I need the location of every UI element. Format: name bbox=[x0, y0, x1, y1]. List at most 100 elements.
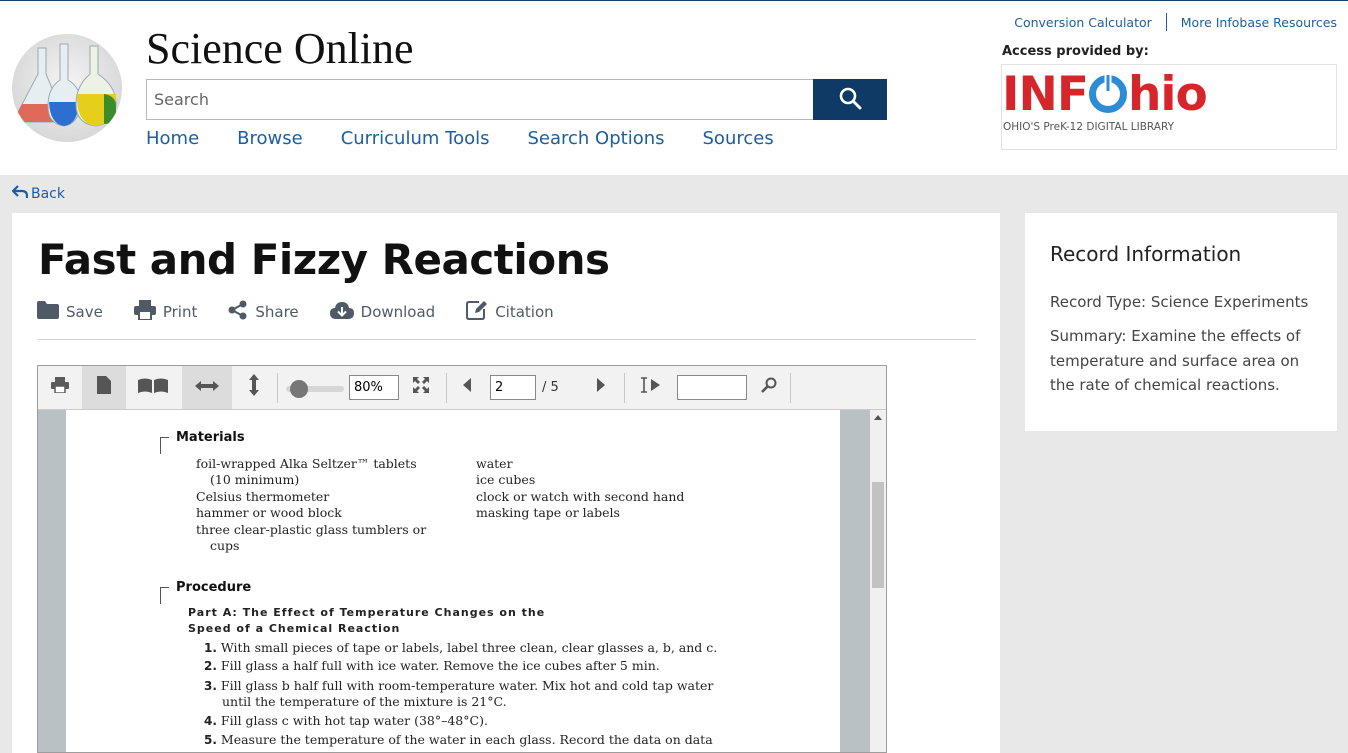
fullscreen-button[interactable] bbox=[404, 366, 438, 409]
nav-home[interactable]: Home bbox=[146, 128, 199, 149]
science-online-logo[interactable] bbox=[12, 34, 122, 142]
prev-page-icon bbox=[463, 378, 471, 397]
search-icon bbox=[761, 377, 777, 398]
document-title: Fast and Fizzy Reactions bbox=[38, 235, 610, 284]
page-total: / 5 bbox=[542, 380, 559, 395]
material-item: ice cubes bbox=[476, 472, 536, 487]
part-a-heading: Speed of a Chemical Reaction bbox=[188, 622, 401, 635]
record-summary: Summary: Examine the effects of temperat… bbox=[1050, 327, 1301, 394]
text-select-button[interactable] bbox=[630, 366, 670, 409]
zoom-input[interactable] bbox=[349, 375, 399, 400]
find-button[interactable] bbox=[752, 366, 786, 409]
fit-height-button[interactable] bbox=[232, 366, 276, 409]
two-page-icon bbox=[138, 377, 168, 398]
material-item: water bbox=[476, 456, 513, 471]
back-label: Back bbox=[31, 186, 65, 202]
save-button[interactable]: Save bbox=[37, 300, 103, 324]
toolbar-separator bbox=[624, 373, 625, 403]
site-title[interactable]: Science Online bbox=[146, 23, 414, 74]
pdf-viewer: / 5 Materials foil-wrapped Alka Seltzer™… bbox=[37, 365, 887, 753]
pdf-page: Materials foil-wrapped Alka Seltzer™ tab… bbox=[66, 410, 840, 752]
share-button[interactable]: Share bbox=[228, 300, 299, 324]
citation-button[interactable]: Citation bbox=[466, 300, 554, 324]
procedure-heading: Procedure bbox=[176, 580, 252, 595]
materials-heading: Materials bbox=[176, 430, 245, 445]
procedure-step: 2. Fill glass a half full with ice water… bbox=[204, 658, 660, 673]
toolbar-separator bbox=[277, 373, 278, 403]
record-type: Record Type: Science Experiments bbox=[1050, 293, 1309, 311]
back-link[interactable]: Back bbox=[11, 185, 65, 203]
nav-search-options[interactable]: Search Options bbox=[527, 128, 664, 149]
citation-label: Citation bbox=[495, 303, 554, 321]
search-button[interactable] bbox=[813, 79, 887, 120]
text-select-icon bbox=[639, 377, 661, 398]
prev-page-button[interactable] bbox=[450, 366, 484, 409]
utility-separator bbox=[1165, 13, 1167, 31]
utility-links: Conversion Calculator More Infobase Reso… bbox=[1014, 13, 1337, 31]
section-bracket bbox=[160, 587, 169, 604]
procedure-step: 5. Measure the temperature of the water … bbox=[204, 732, 713, 747]
site-header: Science Online Home Browse Curriculum To… bbox=[0, 1, 1348, 175]
share-icon bbox=[228, 300, 255, 324]
record-information-card: Record Information Record Type: Science … bbox=[1025, 213, 1337, 431]
share-label: Share bbox=[255, 303, 299, 321]
print-icon bbox=[133, 300, 163, 324]
procedure-step-continuation: until the temperature of the mixture is … bbox=[222, 694, 507, 709]
material-item: hammer or wood block bbox=[196, 505, 342, 520]
printer-icon bbox=[51, 377, 69, 398]
fit-height-icon bbox=[248, 374, 260, 401]
procedure-step: 4. Fill glass c with hot tap water (38°–… bbox=[204, 713, 488, 728]
document-actions: Save Print Share Download Citation bbox=[37, 300, 585, 324]
page-number-input[interactable] bbox=[490, 375, 536, 400]
material-item: cups bbox=[210, 538, 240, 553]
download-button[interactable]: Download bbox=[329, 300, 436, 324]
single-page-view-button[interactable] bbox=[82, 366, 126, 409]
nav-sources[interactable]: Sources bbox=[703, 128, 774, 149]
record-information-title: Record Information bbox=[1050, 242, 1242, 266]
next-page-button[interactable] bbox=[584, 366, 618, 409]
two-page-view-button[interactable] bbox=[126, 366, 180, 409]
toolbar-separator bbox=[790, 373, 791, 403]
viewer-scrollbar-thumb[interactable] bbox=[872, 482, 884, 588]
section-bracket bbox=[160, 437, 169, 454]
nav-browse[interactable]: Browse bbox=[237, 128, 303, 149]
infohio-logo-subtitle: OHIO'S PreK-12 DIGITAL LIBRARY bbox=[1003, 121, 1174, 133]
folder-icon bbox=[37, 301, 66, 323]
scroll-up-arrow[interactable] bbox=[874, 415, 882, 420]
material-item: foil-wrapped Alka Seltzer™ tablets bbox=[196, 456, 417, 471]
viewer-print-button[interactable] bbox=[38, 366, 82, 409]
edit-icon bbox=[466, 300, 495, 324]
fullscreen-icon bbox=[413, 377, 429, 398]
print-button[interactable]: Print bbox=[133, 300, 198, 324]
find-text-input[interactable] bbox=[677, 375, 747, 400]
nav-curriculum-tools[interactable]: Curriculum Tools bbox=[341, 128, 490, 149]
download-label: Download bbox=[360, 303, 436, 321]
more-infobase-resources-link[interactable]: More Infobase Resources bbox=[1181, 15, 1337, 30]
cloud-download-icon bbox=[329, 301, 361, 323]
actions-divider bbox=[38, 339, 976, 340]
back-arrow-icon bbox=[11, 185, 29, 203]
part-a-heading: Part A: The Effect of Temperature Change… bbox=[188, 606, 546, 619]
material-item: clock or watch with second hand bbox=[476, 489, 685, 504]
toolbar-separator bbox=[446, 373, 447, 403]
print-label: Print bbox=[162, 303, 198, 321]
material-item: (10 minimum) bbox=[210, 472, 300, 487]
search-input[interactable] bbox=[146, 79, 814, 120]
infohio-logo-word: INF hio bbox=[1002, 67, 1208, 122]
access-provided-label: Access provided by: bbox=[1002, 44, 1149, 59]
procedure-step: 1. With small pieces of tape or labels, … bbox=[204, 640, 718, 655]
material-item: masking tape or labels bbox=[476, 505, 620, 520]
search-icon bbox=[838, 86, 862, 113]
conversion-calculator-link[interactable]: Conversion Calculator bbox=[1014, 15, 1152, 30]
save-label: Save bbox=[66, 303, 103, 321]
procedure-step: 3. Fill glass b half full with room-temp… bbox=[204, 678, 714, 693]
fit-width-icon bbox=[195, 379, 219, 397]
material-item: three clear-plastic glass tumblers or bbox=[196, 522, 427, 537]
single-page-icon bbox=[97, 376, 111, 399]
infohio-logo[interactable]: INF hio OHIO'S PreK-12 DIGITAL LIBRARY bbox=[1001, 64, 1337, 150]
fit-width-button[interactable] bbox=[182, 366, 232, 409]
pdf-toolbar: / 5 bbox=[38, 366, 886, 410]
zoom-slider-handle[interactable] bbox=[290, 380, 308, 398]
document-card: Fast and Fizzy Reactions Save Print Shar… bbox=[12, 213, 1000, 753]
material-item: Celsius thermometer bbox=[196, 489, 330, 504]
